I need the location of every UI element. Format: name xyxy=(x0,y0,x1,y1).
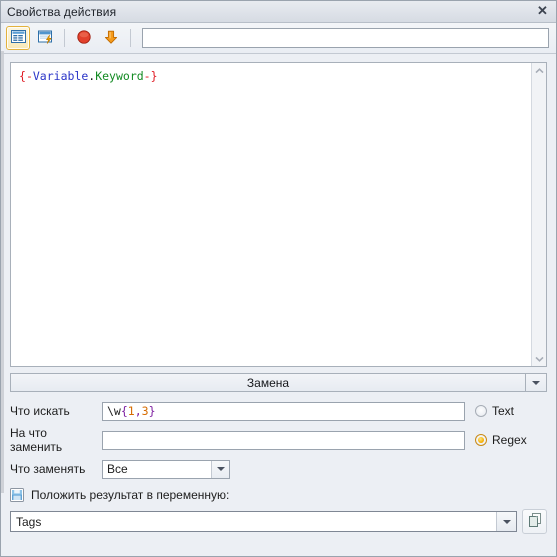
code-token-keyword: Keyword xyxy=(95,69,144,83)
code-token-open-dash: - xyxy=(25,69,33,83)
editor-vertical-scrollbar[interactable] xyxy=(531,63,546,366)
search-input-value: \w{1,3} xyxy=(107,404,156,418)
toolbar xyxy=(1,23,556,54)
variable-combobox[interactable]: Tags xyxy=(10,511,517,532)
scope-combobox[interactable]: Все xyxy=(102,459,230,479)
code-editor-textarea[interactable]: {-Variable.Keyword-} xyxy=(11,63,531,366)
stop-button[interactable] xyxy=(72,26,96,50)
regex-token-min: 1 xyxy=(127,404,135,418)
regex-token-max: 3 xyxy=(141,404,149,418)
chevron-down-icon xyxy=(216,467,225,471)
chevron-down-icon xyxy=(532,380,540,385)
regex-token-open-brace: { xyxy=(120,404,128,418)
code-token-close-brace: } xyxy=(150,69,158,83)
form-rows: Что искать \w{1,3} Text На что заменить … xyxy=(10,400,547,480)
store-result-checkbox-row[interactable]: Положить результат в переменную: xyxy=(10,488,547,502)
replace-row: На что заменить Regex xyxy=(10,426,547,454)
store-result-checkbox-icon xyxy=(10,488,24,502)
replace-section-dropdown-button[interactable] xyxy=(525,374,546,391)
regex-token-comma: , xyxy=(134,404,142,418)
scope-combobox-button[interactable] xyxy=(211,460,229,478)
close-button[interactable]: ✕ xyxy=(529,1,556,21)
replace-section-bar: Замена xyxy=(10,373,547,392)
search-row: Что искать \w{1,3} Text xyxy=(10,400,547,422)
mode-text-radio[interactable]: Text xyxy=(475,404,547,418)
mode-regex-radio[interactable]: Regex xyxy=(475,433,547,447)
scope-combobox-value: Все xyxy=(107,462,128,476)
title-bar: Свойства действия ✕ xyxy=(1,1,556,23)
code-editor: {-Variable.Keyword-} xyxy=(10,62,547,367)
replace-label: На что заменить xyxy=(10,426,63,454)
bottom-spacer xyxy=(10,534,547,556)
table-view-button[interactable] xyxy=(6,26,30,50)
store-result-checkbox-label: Положить результат в переменную: xyxy=(31,488,230,502)
table-view-icon xyxy=(10,28,27,48)
window-script-icon xyxy=(37,28,54,48)
down-arrow-icon xyxy=(103,29,119,48)
code-line: {-Variable.Keyword-} xyxy=(19,69,527,84)
close-icon: ✕ xyxy=(537,3,548,18)
radio-text-icon xyxy=(475,405,487,417)
window-script-button[interactable] xyxy=(33,26,57,50)
scope-label: Что заменять xyxy=(10,462,86,476)
stop-circle-icon xyxy=(76,29,92,48)
toolbar-separator-2 xyxy=(130,29,131,47)
toolbar-separator-1 xyxy=(64,29,65,47)
variable-combobox-button[interactable] xyxy=(496,512,516,531)
regex-token-class: \w xyxy=(107,404,121,418)
radio-regex-icon xyxy=(475,434,487,446)
search-label: Что искать xyxy=(10,404,70,418)
variable-row: Tags xyxy=(10,509,547,534)
scroll-up-icon[interactable] xyxy=(533,65,546,76)
action-properties-window: Свойства действия ✕ {-Variable.Keyword-}… xyxy=(0,0,557,557)
code-token-open-brace: { xyxy=(19,69,26,83)
dialog-content: {-Variable.Keyword-} Замена Что искать \… xyxy=(1,54,556,556)
replace-section-label-cell[interactable]: Замена xyxy=(11,374,525,391)
search-input[interactable]: \w{1,3} xyxy=(102,401,465,421)
replace-section-label: Замена xyxy=(246,375,290,390)
move-down-button[interactable] xyxy=(99,26,123,50)
mode-text-label: Text xyxy=(492,404,515,418)
code-token-close-dash: - xyxy=(143,69,151,83)
variable-combobox-value: Tags xyxy=(16,514,42,529)
mode-regex-label: Regex xyxy=(492,433,527,447)
copy-icon xyxy=(527,512,543,531)
scroll-down-icon[interactable] xyxy=(533,353,546,364)
code-token-variable: Variable xyxy=(32,69,89,83)
regex-token-close-brace: } xyxy=(148,404,156,418)
toolbar-search-input[interactable] xyxy=(142,28,549,48)
chevron-down-icon xyxy=(502,519,511,524)
scope-row: Что заменять Все xyxy=(10,458,547,480)
replace-input[interactable] xyxy=(102,430,465,450)
window-title: Свойства действия xyxy=(7,4,117,19)
copy-variable-button[interactable] xyxy=(522,509,547,534)
